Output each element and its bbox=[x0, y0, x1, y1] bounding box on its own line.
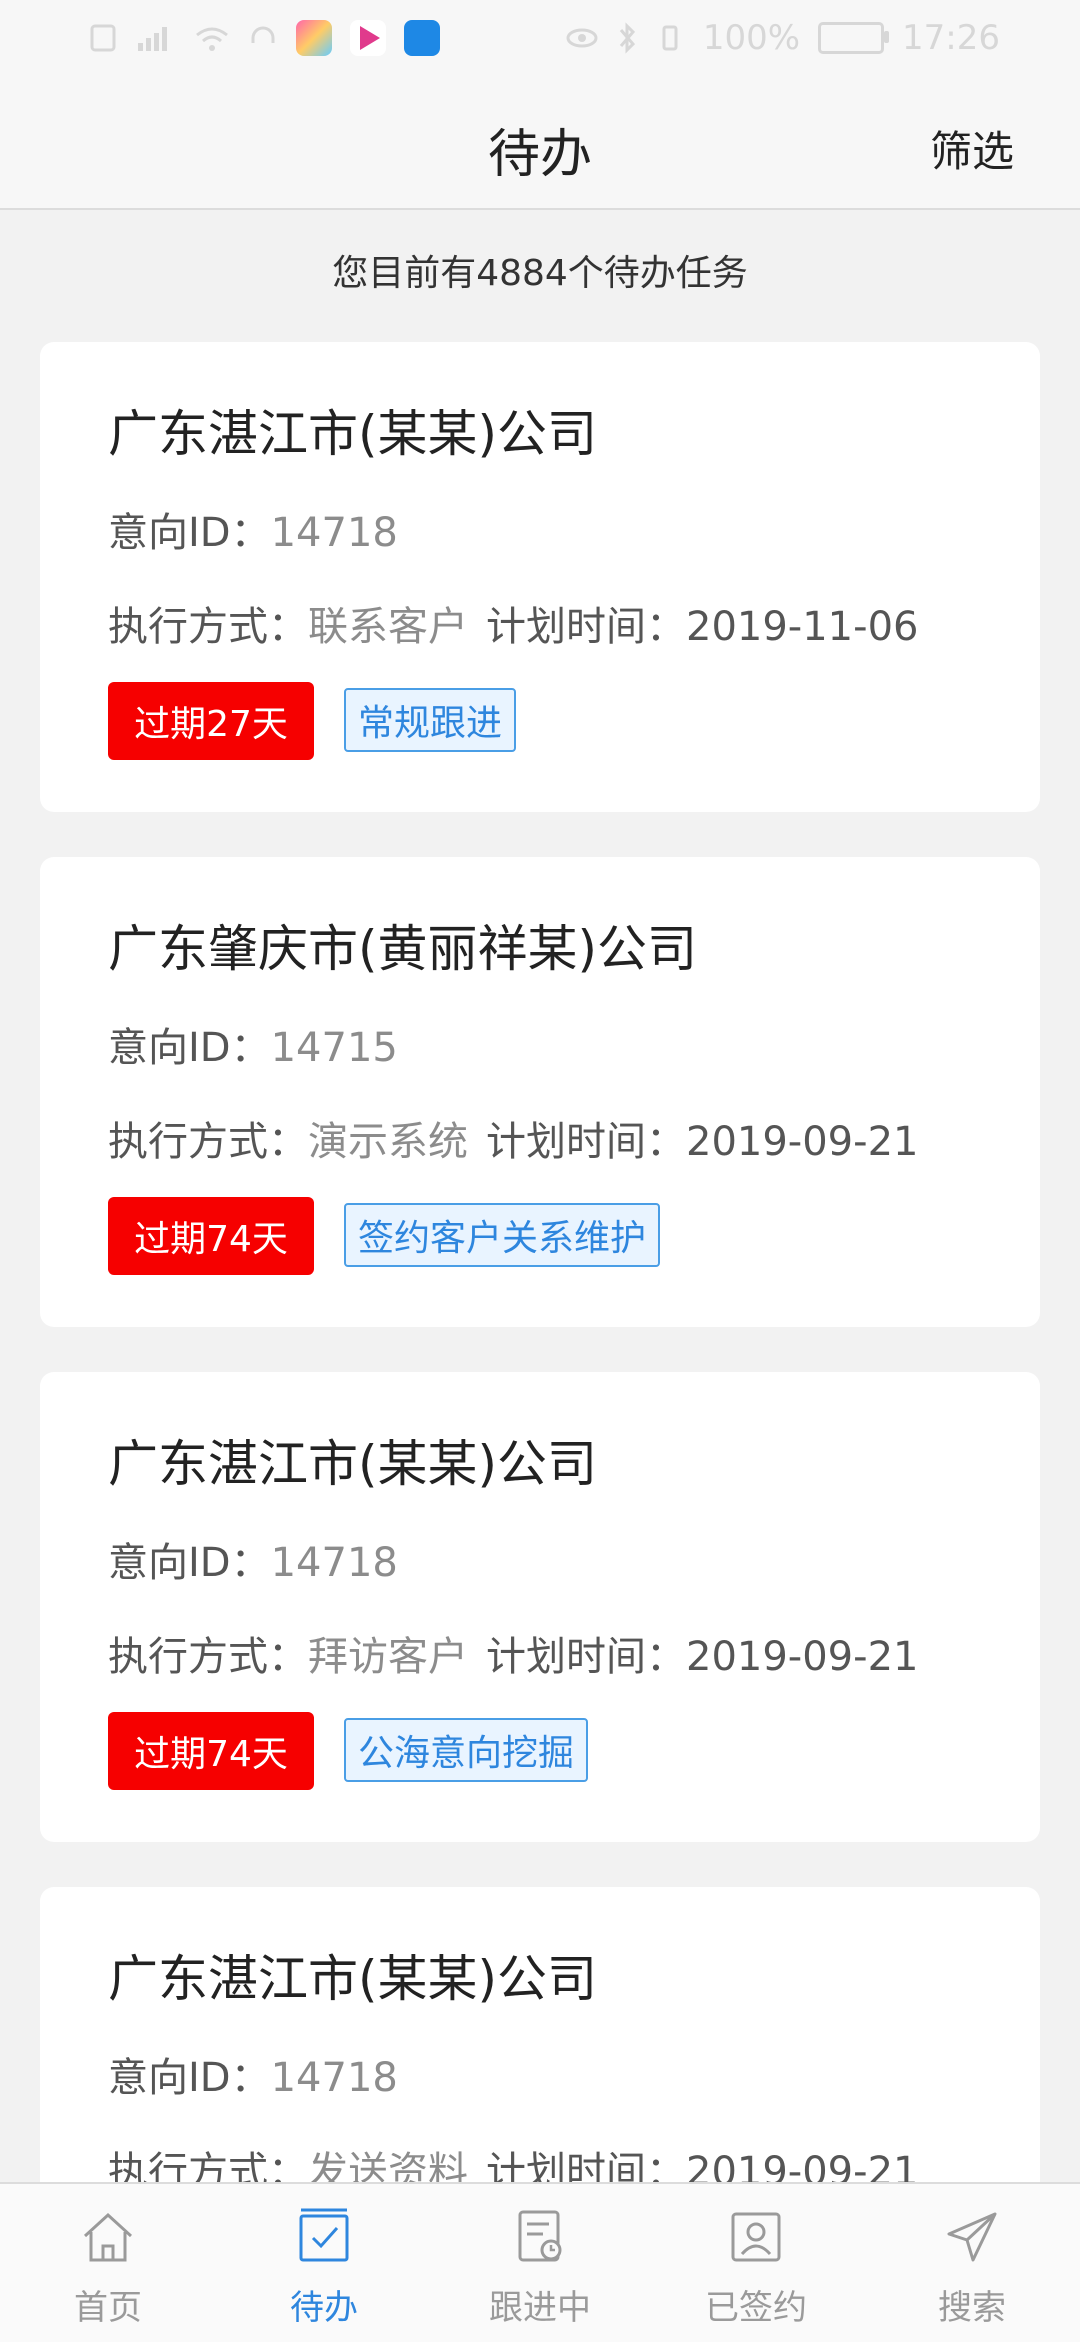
battery-percent: 100% bbox=[702, 18, 801, 58]
todo-card[interactable]: 广东湛江市(某某)公司 意向ID：14718 执行方式：拜访客户 计划时间：201… bbox=[40, 1372, 1040, 1842]
method-label: 执行方式： bbox=[108, 1119, 308, 1165]
nav-signed[interactable]: 已签约 bbox=[686, 2204, 826, 2329]
nav-signed-label: 已签约 bbox=[705, 2288, 807, 2328]
overdue-badge: 过期74天 bbox=[108, 1712, 314, 1790]
status-bar-left bbox=[88, 20, 440, 56]
nav-search-label: 搜索 bbox=[938, 2288, 1006, 2328]
signal-icon bbox=[138, 27, 167, 51]
method-row: 执行方式：拜访客户 计划时间：2019-09-21 bbox=[108, 1624, 918, 1682]
intent-id-value: 14715 bbox=[270, 1025, 398, 1071]
method-label: 执行方式： bbox=[108, 1634, 308, 1680]
nav-follow-up[interactable]: 跟进中 bbox=[470, 2204, 610, 2329]
method-row: 执行方式：联系客户 计划时间：2019-11-06 bbox=[108, 594, 918, 652]
signed-contact-icon bbox=[686, 2204, 826, 2270]
overdue-badge: 过期27天 bbox=[108, 682, 314, 760]
followup-type-tag: 常规跟进 bbox=[344, 688, 517, 752]
nav-follow-up-label: 跟进中 bbox=[489, 2288, 591, 2328]
plan-time-value: 2019-09-21 bbox=[686, 1634, 919, 1680]
method-value: 联系客户 bbox=[308, 604, 468, 650]
headphone-icon bbox=[251, 26, 275, 43]
plan-time-label: 计划时间： bbox=[486, 604, 686, 650]
todo-check-icon bbox=[254, 2204, 394, 2270]
nav-home-label: 首页 bbox=[74, 2288, 142, 2328]
followup-type-tag: 公海意向挖掘 bbox=[344, 1718, 589, 1782]
plan-time-value: 2019-11-06 bbox=[686, 604, 919, 650]
intent-id-row: 意向ID：14718 bbox=[108, 500, 398, 558]
followup-type-tag: 签约客户关系维护 bbox=[344, 1203, 661, 1267]
plan-time-label: 计划时间： bbox=[486, 1119, 686, 1165]
plan-time-value: 2019-09-21 bbox=[686, 1119, 919, 1165]
overdue-badge: 过期74天 bbox=[108, 1197, 314, 1275]
nav-home[interactable]: 首页 bbox=[38, 2204, 178, 2329]
home-icon bbox=[38, 2204, 178, 2270]
intent-id-label: 意向ID： bbox=[108, 1540, 271, 1586]
intent-id-row: 意向ID：14718 bbox=[108, 2045, 398, 2103]
paper-plane-icon bbox=[902, 2204, 1042, 2270]
method-value: 演示系统 bbox=[308, 1119, 468, 1165]
page-title: 待办 bbox=[487, 125, 592, 185]
bottom-nav: 首页 待办 跟进中 已签约 搜索 bbox=[0, 2182, 1080, 2342]
wifi-icon bbox=[196, 27, 228, 51]
todo-card[interactable]: 广东湛江市(某某)公司 意向ID：14718 执行方式：联系客户 计划时间：201… bbox=[40, 342, 1040, 812]
todo-summary: 您目前有4884个待办任务 bbox=[332, 253, 748, 294]
nav-todo[interactable]: 待办 bbox=[254, 2204, 394, 2329]
hotspot-app-icon bbox=[404, 20, 440, 56]
sim-card-icon bbox=[90, 24, 116, 52]
filter-button[interactable]: 筛选 bbox=[930, 118, 1014, 179]
intent-id-value: 14718 bbox=[270, 2055, 398, 2101]
method-label: 执行方式： bbox=[108, 604, 308, 650]
company-name: 广东肇庆市(黄丽祥某)公司 bbox=[108, 920, 698, 978]
status-time: 17:26 bbox=[902, 18, 1000, 58]
company-name: 广东湛江市(某某)公司 bbox=[108, 1435, 598, 1493]
todo-card[interactable]: 广东肇庆市(黄丽祥某)公司 意向ID：14715 执行方式：演示系统 计划时间：2… bbox=[40, 857, 1040, 1327]
method-row: 执行方式：演示系统 计划时间：2019-09-21 bbox=[108, 1109, 918, 1167]
company-name: 广东湛江市(某某)公司 bbox=[108, 1950, 598, 2008]
nav-todo-label: 待办 bbox=[290, 2288, 358, 2328]
intent-id-row: 意向ID：14718 bbox=[108, 1530, 398, 1588]
nav-search[interactable]: 搜索 bbox=[902, 2204, 1042, 2329]
follow-up-doc-icon bbox=[470, 2204, 610, 2270]
status-bar-right: 100% 17:26 bbox=[565, 18, 1000, 58]
eye-icon bbox=[566, 28, 598, 48]
photos-app-icon bbox=[296, 20, 332, 56]
company-name: 广东湛江市(某某)公司 bbox=[108, 405, 598, 463]
intent-id-label: 意向ID： bbox=[108, 1025, 271, 1071]
intent-id-row: 意向ID：14715 bbox=[108, 1015, 398, 1073]
plan-time-label: 计划时间： bbox=[486, 1634, 686, 1680]
video-app-icon bbox=[350, 20, 386, 56]
vibrate-icon bbox=[662, 25, 678, 51]
intent-id-value: 14718 bbox=[270, 1540, 398, 1586]
status-bar: 100% 17:26 bbox=[0, 0, 1080, 80]
intent-id-value: 14718 bbox=[270, 510, 398, 556]
method-value: 拜访客户 bbox=[308, 1634, 468, 1680]
intent-id-label: 意向ID： bbox=[108, 510, 271, 556]
battery-icon bbox=[818, 22, 890, 54]
app-header: 待办 筛选 bbox=[0, 80, 1080, 210]
intent-id-label: 意向ID： bbox=[108, 2055, 271, 2101]
bluetooth-icon bbox=[619, 22, 635, 54]
